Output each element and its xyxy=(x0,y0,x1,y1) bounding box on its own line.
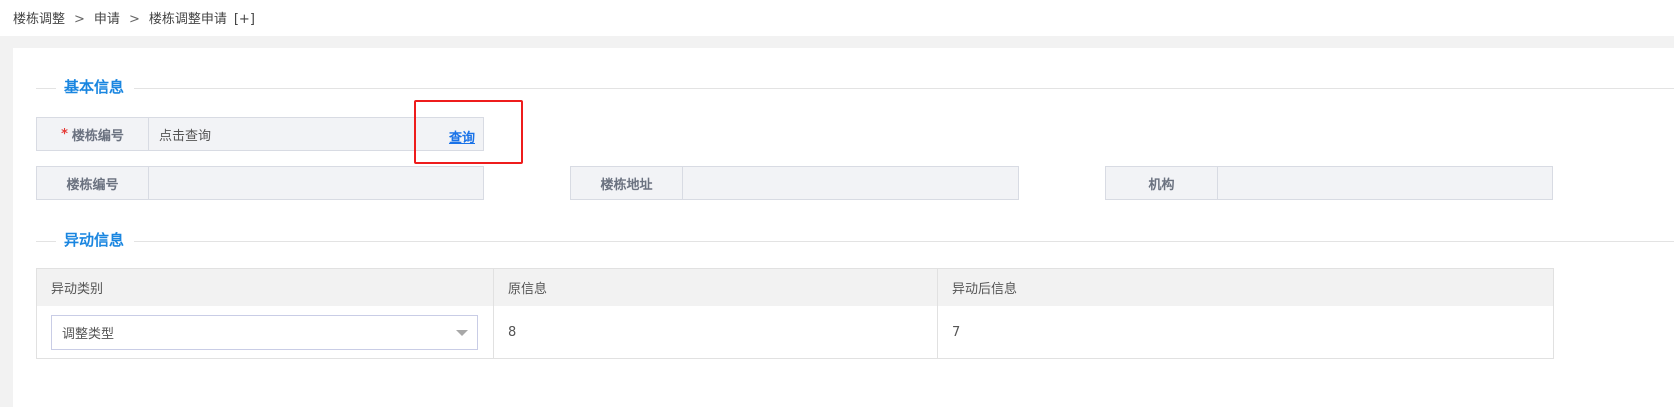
section-divider xyxy=(134,88,1674,89)
change-type-cell: 调整类型 xyxy=(37,306,493,358)
header-changed-info: 异动后信息 xyxy=(937,269,1553,306)
chevron-down-icon[interactable] xyxy=(456,330,468,336)
adjust-type-select[interactable]: 调整类型 xyxy=(51,315,478,350)
building-number-label-text: 楼栋编号 xyxy=(71,128,124,144)
section-title-change-info: 异动信息 xyxy=(64,231,125,249)
breadcrumb-item-building-adjust[interactable]: 楼栋调整 xyxy=(13,12,65,27)
table-header: 异动类别 原信息 异动后信息 xyxy=(37,269,1553,307)
organization-value xyxy=(1218,167,1552,199)
section-divider xyxy=(36,241,56,242)
changed-info-cell: 7 xyxy=(937,306,1553,358)
breadcrumb-item-apply[interactable]: 申请 xyxy=(94,12,120,27)
required-mark: * xyxy=(61,126,68,142)
organization-label: 机构 xyxy=(1106,167,1218,199)
breadcrumb-separator: > xyxy=(128,12,140,27)
section-title-basic-info: 基本信息 xyxy=(64,78,125,96)
building-number-query-label: * 楼栋编号 xyxy=(37,118,149,150)
breadcrumb-bar: 楼栋调整 > 申请 > 楼栋调整申请 [+] xyxy=(0,0,1674,36)
section-divider xyxy=(36,88,56,89)
section-change-info: 异动信息 xyxy=(36,229,1674,253)
breadcrumb-item-building-adjust-apply: 楼栋调整申请 xyxy=(148,12,227,27)
section-basic-info: 基本信息 xyxy=(36,76,1674,100)
building-address-label: 楼栋地址 xyxy=(571,167,683,199)
header-original-info: 原信息 xyxy=(493,269,937,306)
building-number-label: 楼栋编号 xyxy=(37,167,149,199)
breadcrumb-separator: > xyxy=(74,12,85,27)
breadcrumb: 楼栋调整 > 申请 > 楼栋调整申请 [+] xyxy=(13,8,255,27)
change-table: 异动类别 原信息 异动后信息 调整类型 8 7 xyxy=(36,268,1554,359)
building-address-field: 楼栋地址 xyxy=(570,166,1019,200)
building-number-value xyxy=(149,167,483,199)
building-address-value xyxy=(683,167,1018,199)
section-divider xyxy=(134,241,1674,242)
organization-field: 机构 xyxy=(1105,166,1553,200)
table-row: 调整类型 8 7 xyxy=(37,306,1553,358)
breadcrumb-expand-toggle[interactable]: [+] xyxy=(234,12,255,27)
header-change-type: 异动类别 xyxy=(51,282,104,297)
building-number-field: 楼栋编号 xyxy=(36,166,484,200)
adjust-type-select-value: 调整类型 xyxy=(62,327,115,342)
highlight-annotation-box xyxy=(414,100,523,164)
original-info-cell: 8 xyxy=(493,306,937,358)
